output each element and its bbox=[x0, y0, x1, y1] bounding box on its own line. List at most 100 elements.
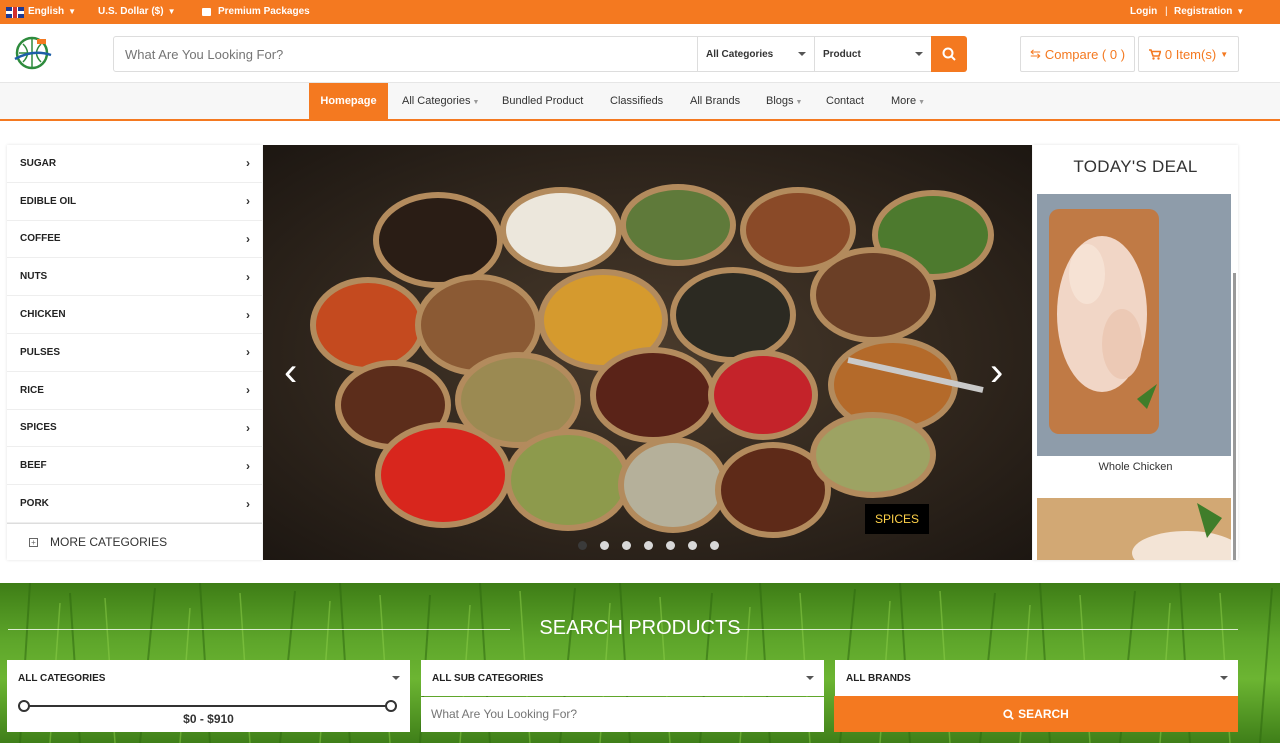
cart-label: 0 Item(s) bbox=[1164, 46, 1217, 62]
category-label: SUGAR bbox=[20, 157, 57, 169]
slider-prev-button[interactable]: ‹ bbox=[284, 352, 297, 392]
premium-label: Premium Packages bbox=[218, 6, 310, 17]
registration-link[interactable]: Registration ▼ bbox=[1174, 0, 1244, 24]
slider-dot[interactable] bbox=[666, 541, 675, 550]
nav-label: More bbox=[891, 95, 917, 107]
category-label: CHICKEN bbox=[20, 309, 66, 321]
cart-button[interactable]: 0 Item(s) ▼ bbox=[1138, 36, 1239, 72]
compare-icon: ⇆ bbox=[1029, 46, 1041, 61]
chevron-down-icon: ▼ bbox=[918, 99, 925, 106]
nav-contact[interactable]: Contact bbox=[826, 83, 864, 119]
spices-banner-image bbox=[263, 145, 1032, 560]
topbar-separator: | bbox=[1165, 0, 1168, 24]
deal-scrollbar[interactable] bbox=[1233, 273, 1236, 560]
hero-slider[interactable] bbox=[263, 145, 1032, 560]
chevron-down-icon: ▼ bbox=[795, 99, 803, 106]
slider-dot[interactable] bbox=[710, 541, 719, 550]
login-label: Login bbox=[1130, 6, 1158, 17]
range-track[interactable] bbox=[24, 705, 392, 707]
premium-packages-link[interactable]: Premium Packages bbox=[202, 0, 310, 24]
chevron-left-icon: ‹ bbox=[284, 350, 298, 394]
chevron-down-icon bbox=[798, 52, 806, 56]
nav-bundled-product[interactable]: Bundled Product bbox=[502, 83, 583, 119]
chevron-down-icon bbox=[806, 676, 814, 680]
nav-label: Bundled Product bbox=[502, 95, 584, 107]
slider-dot[interactable] bbox=[644, 541, 653, 550]
chevron-right-icon: › bbox=[246, 307, 250, 322]
slide-caption[interactable]: SPICES bbox=[865, 504, 929, 534]
nav-label: Blogs bbox=[766, 95, 794, 107]
category-label: BEEF bbox=[20, 460, 47, 472]
separator-text: | bbox=[1165, 6, 1168, 17]
sidebar-item-chicken[interactable]: CHICKEN › bbox=[7, 296, 262, 334]
main-nav: Homepage All Categories ▼ Bundled Product… bbox=[0, 83, 1280, 121]
range-min-handle[interactable] bbox=[18, 700, 30, 712]
chevron-right-icon: › bbox=[246, 194, 250, 209]
select-value: ALL CATEGORIES bbox=[18, 672, 106, 684]
sidebar-item-edible-oil[interactable]: EDIBLE OIL › bbox=[7, 183, 262, 221]
type-select[interactable]: Product bbox=[814, 37, 931, 71]
sidebar-item-sugar[interactable]: SUGAR › bbox=[7, 145, 262, 183]
sidebar-item-nuts[interactable]: NUTS › bbox=[7, 258, 262, 297]
chevron-down-icon bbox=[915, 52, 923, 56]
search-products-title: SEARCH PRODUCTS bbox=[539, 617, 741, 639]
category-sidebar: SUGAR › EDIBLE OIL › COFFEE › NUTS › CHICKEN… bbox=[7, 145, 262, 560]
top-bar: English ▼ U.S. Dollar ($) ▼ Premium Pack… bbox=[0, 0, 1280, 24]
registration-label: Registration bbox=[1174, 6, 1233, 17]
sidebar-item-beef[interactable]: BEEF › bbox=[7, 447, 262, 486]
price-range-slider: $0 - $910 bbox=[7, 696, 410, 732]
chevron-right-icon: › bbox=[246, 156, 250, 171]
search-icon bbox=[942, 47, 956, 61]
language-selector[interactable]: English ▼ bbox=[6, 0, 76, 24]
sidebar-item-pork[interactable]: PORK › bbox=[7, 485, 262, 523]
category-select[interactable]: All Categories bbox=[697, 37, 814, 71]
sidebar-item-pulses[interactable]: PULSES › bbox=[7, 334, 262, 372]
nav-label: Homepage bbox=[320, 95, 377, 107]
all-categories-select[interactable]: ALL CATEGORIES bbox=[7, 660, 410, 696]
sidebar-item-rice[interactable]: RICE › bbox=[7, 372, 262, 410]
nav-all-categories[interactable]: All Categories ▼ bbox=[402, 83, 479, 119]
all-sub-categories-select[interactable]: ALL SUB CATEGORIES bbox=[421, 660, 824, 696]
currency-selector[interactable]: U.S. Dollar ($) ▼ bbox=[98, 0, 176, 24]
slider-dot[interactable] bbox=[600, 541, 609, 550]
slider-dot[interactable] bbox=[688, 541, 697, 550]
nav-classifieds[interactable]: Classifieds bbox=[610, 83, 663, 119]
currency-label: U.S. Dollar ($) bbox=[98, 6, 164, 17]
nav-more[interactable]: More ▼ bbox=[891, 83, 925, 119]
compare-label: Compare ( 0 ) bbox=[1044, 46, 1126, 62]
slider-dot[interactable] bbox=[578, 541, 587, 550]
deal-product-image[interactable] bbox=[1037, 194, 1231, 456]
more-categories-button[interactable]: + MORE CATEGORIES bbox=[7, 522, 262, 561]
slider-dot[interactable] bbox=[622, 541, 631, 550]
sidebar-item-spices[interactable]: SPICES › bbox=[7, 410, 262, 448]
search-button[interactable] bbox=[931, 36, 967, 72]
type-select-value: Product bbox=[823, 48, 861, 60]
product-search-input[interactable] bbox=[421, 697, 824, 732]
chevron-right-icon: › bbox=[246, 458, 250, 473]
deal-product-name[interactable]: Whole Chicken bbox=[1033, 461, 1238, 473]
cart-icon bbox=[1148, 48, 1161, 60]
range-max-handle[interactable] bbox=[385, 700, 397, 712]
sidebar-item-coffee[interactable]: COFFEE › bbox=[7, 221, 262, 259]
search-input[interactable] bbox=[114, 37, 697, 71]
nav-all-brands[interactable]: All Brands bbox=[690, 83, 740, 119]
chevron-down-icon: ▼ bbox=[1236, 7, 1245, 16]
search-icon bbox=[1003, 708, 1014, 720]
chevron-down-icon: ▼ bbox=[167, 7, 176, 16]
chevron-down-icon bbox=[392, 676, 400, 680]
slider-next-button[interactable]: › bbox=[990, 352, 1003, 392]
login-link[interactable]: Login bbox=[1130, 0, 1157, 24]
plus-icon: + bbox=[29, 537, 38, 547]
gift-icon bbox=[202, 8, 211, 16]
search-products-button[interactable]: SEARCH bbox=[834, 696, 1238, 732]
slider-dots bbox=[578, 541, 719, 550]
nav-homepage[interactable]: Homepage bbox=[309, 83, 388, 119]
compare-button[interactable]: ⇆ Compare ( 0 ) bbox=[1020, 36, 1135, 72]
all-brands-select[interactable]: ALL BRANDS bbox=[835, 660, 1238, 696]
chevron-right-icon: › bbox=[246, 496, 250, 511]
site-logo[interactable] bbox=[13, 35, 53, 71]
chevron-right-icon: › bbox=[990, 350, 1004, 394]
chevron-right-icon: › bbox=[246, 345, 250, 360]
deal-product-image-2[interactable] bbox=[1037, 498, 1231, 560]
nav-blogs[interactable]: Blogs ▼ bbox=[766, 83, 802, 119]
